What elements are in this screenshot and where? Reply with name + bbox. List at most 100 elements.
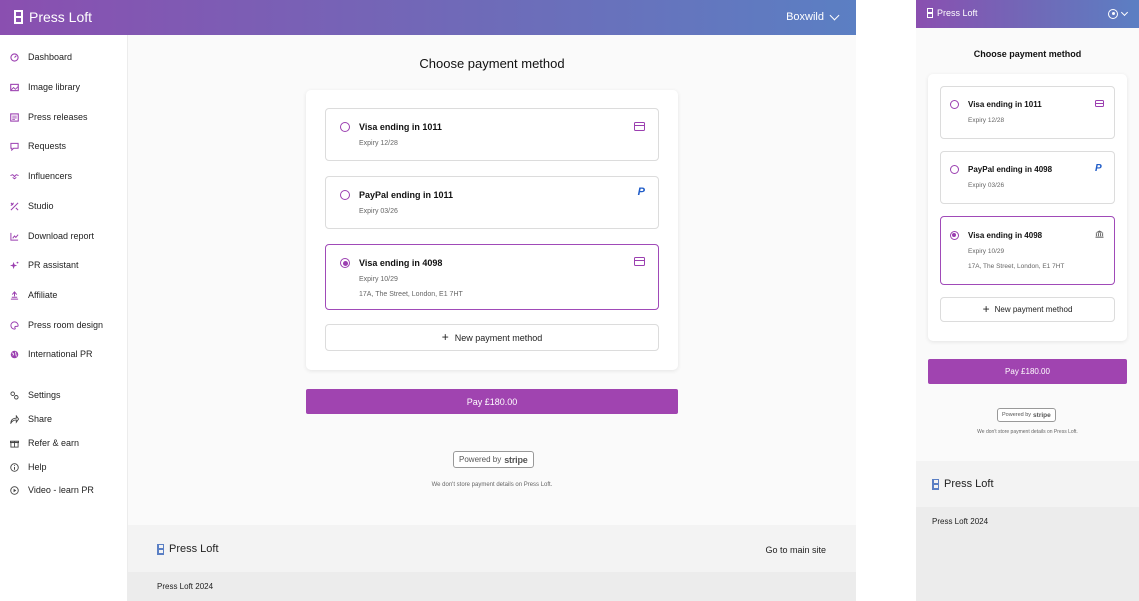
brand-logo[interactable]: Press Loft — [927, 8, 978, 18]
chevron-down-icon — [1120, 8, 1129, 17]
stripe-logo: stripe — [504, 454, 528, 465]
sidebar-item-press-room-design[interactable]: Press room design — [10, 320, 103, 330]
sidebar-item-label: PR assistant — [28, 260, 79, 270]
sidebar-item-label: Affiliate — [28, 290, 58, 300]
radio-button[interactable] — [340, 190, 350, 200]
account-menu[interactable] — [1108, 8, 1129, 19]
sidebar-item-label: Requests — [28, 141, 67, 151]
newspaper-icon — [10, 112, 19, 122]
footer-logo[interactable]: Press Loft — [932, 478, 994, 490]
account-switcher[interactable]: Boxwild — [786, 10, 840, 23]
payment-method-title: Visa ending in 4098 — [359, 258, 443, 268]
payment-method-option[interactable]: PayPal ending in 1011 Expiry 03/26 P — [325, 176, 659, 229]
powered-by-stripe-badge[interactable]: Powered by stripe — [997, 408, 1056, 422]
billing-address: 17A, The Street, London, E1 7HT — [968, 263, 1065, 270]
brand-name: Press Loft — [29, 9, 93, 25]
sidebar-item-help[interactable]: Help — [10, 462, 47, 472]
paypal-icon: P — [1095, 163, 1102, 174]
studio-icon — [10, 202, 19, 211]
sidebar-item-label: Influencers — [28, 171, 73, 181]
sidebar-item-influencers[interactable]: Influencers — [10, 171, 72, 181]
play-icon — [10, 485, 19, 495]
brand-logo[interactable]: Press Loft — [14, 9, 92, 25]
desktop-view: Press Loft Boxwild Dashboard Image libra… — [0, 0, 856, 601]
payment-method-expiry: Expiry 10/29 — [968, 248, 1005, 255]
pay-button[interactable]: Pay £180.00 — [306, 389, 678, 414]
copyright: Press Loft 2024 — [157, 582, 214, 591]
sparkle-icon — [10, 261, 19, 270]
sidebar-item-studio[interactable]: Studio — [10, 201, 54, 211]
sidebar-item-dashboard[interactable]: Dashboard — [10, 52, 72, 62]
page-title: Choose payment method — [419, 56, 565, 71]
payment-method-title: PayPal ending in 1011 — [359, 190, 454, 200]
radio-button[interactable] — [950, 231, 959, 240]
share-icon — [10, 414, 19, 424]
mobile-top-bar: Press Loft — [916, 0, 1139, 28]
top-bar: Press Loft Boxwild — [0, 0, 856, 35]
settings-icon — [10, 390, 19, 400]
sidebar-item-pr-assistant[interactable]: PR assistant — [10, 260, 79, 270]
press-loft-logo-icon — [14, 10, 23, 24]
payment-method-title: Visa ending in 1011 — [968, 100, 1042, 109]
payment-method-title: Visa ending in 1011 — [359, 122, 442, 132]
payment-method-expiry: Expiry 03/26 — [359, 208, 398, 215]
pay-button[interactable]: Pay £180.00 — [928, 359, 1127, 384]
payment-method-expiry: Expiry 03/26 — [968, 182, 1005, 189]
payment-method-option[interactable]: PayPal ending in 4098 Expiry 03/26 P — [940, 151, 1115, 204]
press-loft-logo-icon — [932, 478, 939, 490]
payment-method-option-selected[interactable]: Visa ending in 4098 Expiry 10/29 17A, Th… — [940, 216, 1115, 285]
go-to-main-site-link[interactable]: Go to main site — [765, 545, 826, 555]
plus-icon: + — [441, 330, 449, 344]
payment-method-option[interactable]: Visa ending in 1011 Expiry 12/28 — [325, 108, 659, 161]
bank-icon — [1095, 230, 1104, 238]
credit-card-icon — [634, 122, 645, 131]
sidebar-item-settings[interactable]: Settings — [10, 390, 61, 400]
footer-brand-name: Press Loft — [944, 478, 994, 490]
chevron-down-icon — [829, 10, 840, 20]
payment-method-option[interactable]: Visa ending in 1011 Expiry 12/28 — [940, 86, 1115, 139]
credit-card-icon — [1095, 100, 1104, 107]
sidebar-item-label: Share — [28, 414, 53, 424]
footer-logo[interactable]: Press Loft — [157, 543, 219, 555]
mobile-view: Press Loft Choose payment method Visa en… — [916, 0, 1139, 601]
radio-button[interactable] — [950, 165, 959, 174]
powered-by-stripe-badge[interactable]: Powered by stripe — [453, 451, 534, 468]
footer: Press Loft Go to main site — [128, 525, 856, 572]
billing-address: 17A, The Street, London, E1 7HT — [359, 291, 463, 298]
disclaimer: We don't store payment details on Press … — [431, 482, 553, 488]
sidebar-item-label: Video - learn PR — [28, 485, 94, 495]
sidebar-item-download-report[interactable]: Download report — [10, 231, 94, 241]
sidebar-item-press-releases[interactable]: Press releases — [10, 112, 88, 122]
payment-method-title: PayPal ending in 4098 — [968, 165, 1053, 174]
affiliate-icon — [10, 290, 19, 300]
sidebar-item-image-library[interactable]: Image library — [10, 82, 80, 92]
radio-button[interactable] — [340, 122, 350, 132]
gift-icon — [10, 439, 19, 448]
new-payment-method-button[interactable]: + New payment method — [325, 324, 659, 351]
footer: Press Loft — [916, 461, 1139, 507]
account-name: Boxwild — [786, 11, 824, 23]
sidebar-item-international-pr[interactable]: International PR — [10, 349, 93, 359]
chart-icon — [10, 232, 19, 241]
press-loft-logo-icon — [157, 543, 164, 555]
sidebar-item-requests[interactable]: Requests — [10, 141, 66, 151]
credit-card-icon — [634, 257, 645, 266]
footer-brand-name: Press Loft — [169, 543, 219, 555]
payment-method-option-selected[interactable]: Visa ending in 4098 Expiry 10/29 17A, Th… — [325, 244, 659, 310]
payment-method-expiry: Expiry 10/29 — [359, 276, 398, 283]
sidebar-item-refer-earn[interactable]: Refer & earn — [10, 438, 79, 448]
handshake-icon — [10, 172, 19, 181]
new-payment-method-label: New payment method — [994, 305, 1073, 314]
new-payment-method-button[interactable]: + New payment method — [940, 297, 1115, 322]
sidebar-item-label: Studio — [28, 201, 54, 211]
sidebar-item-share[interactable]: Share — [10, 414, 52, 424]
palette-icon — [10, 320, 19, 330]
sidebar-item-label: Help — [28, 462, 47, 472]
sidebar-item-affiliate[interactable]: Affiliate — [10, 290, 57, 300]
sidebar-item-video-learn-pr[interactable]: Video - learn PR — [10, 485, 94, 495]
radio-button[interactable] — [340, 258, 350, 268]
payment-method-expiry: Expiry 12/28 — [968, 117, 1005, 124]
radio-button[interactable] — [950, 100, 959, 109]
new-payment-method-label: New payment method — [454, 332, 543, 343]
info-icon — [10, 462, 19, 472]
